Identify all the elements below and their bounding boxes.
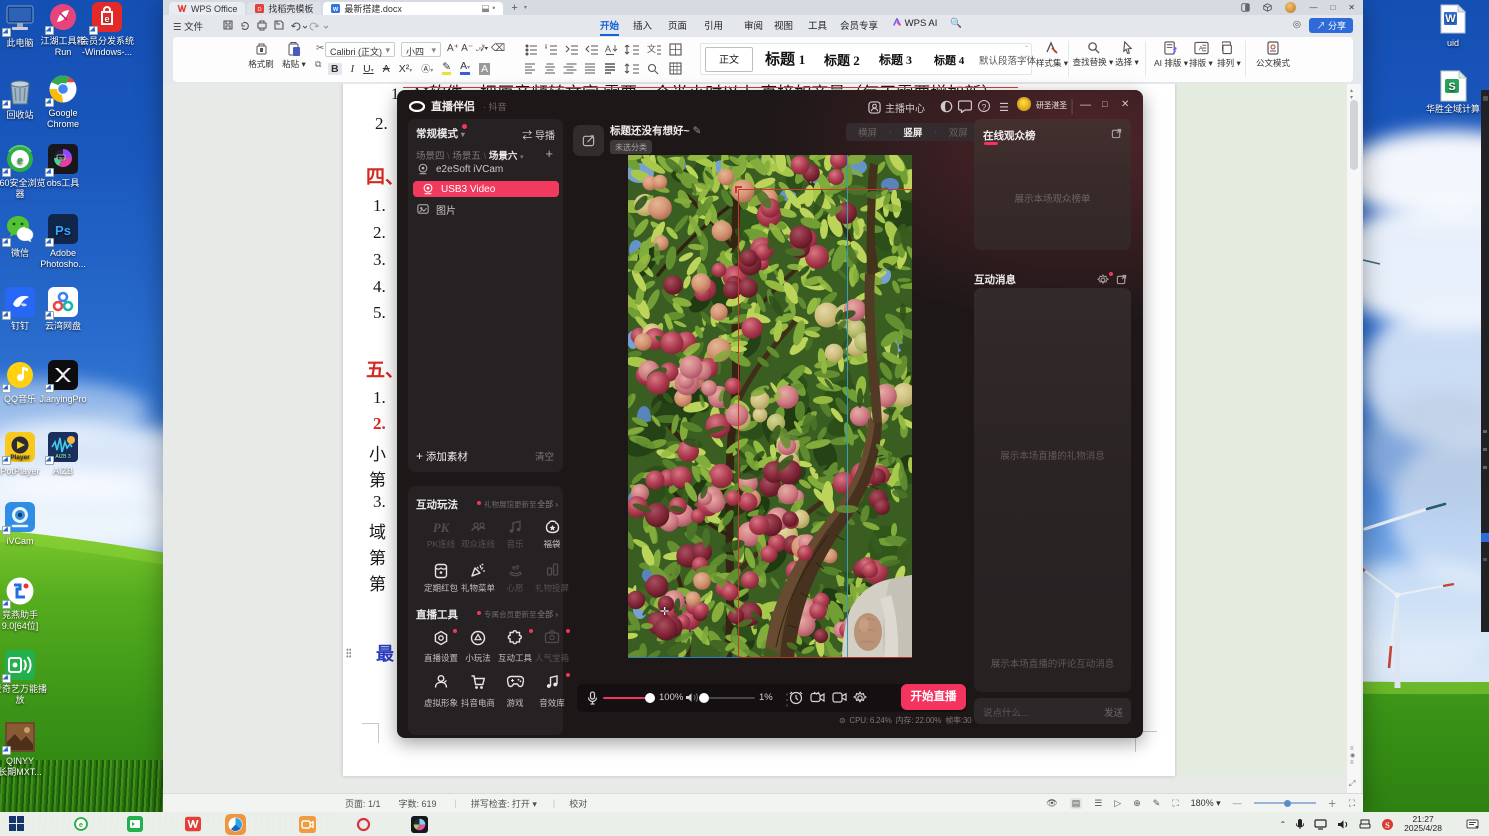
svg-text:A: A xyxy=(1198,45,1203,52)
svg-text:S: S xyxy=(1385,819,1390,829)
svg-text:S: S xyxy=(1448,81,1455,93)
svg-text:W: W xyxy=(1445,13,1456,25)
svg-text:D: D xyxy=(258,7,262,13)
svg-text:OBS: OBS xyxy=(57,156,65,160)
svg-text:Ps: Ps xyxy=(55,223,71,238)
svg-text:W: W xyxy=(333,7,339,13)
svg-text:A: A xyxy=(605,44,611,54)
svg-text:文: 文 xyxy=(647,43,656,54)
svg-text:e: e xyxy=(79,819,83,828)
svg-text:e: e xyxy=(17,152,23,167)
svg-text:e: e xyxy=(104,14,109,24)
svg-text:AIZB 3: AIZB 3 xyxy=(55,454,71,460)
